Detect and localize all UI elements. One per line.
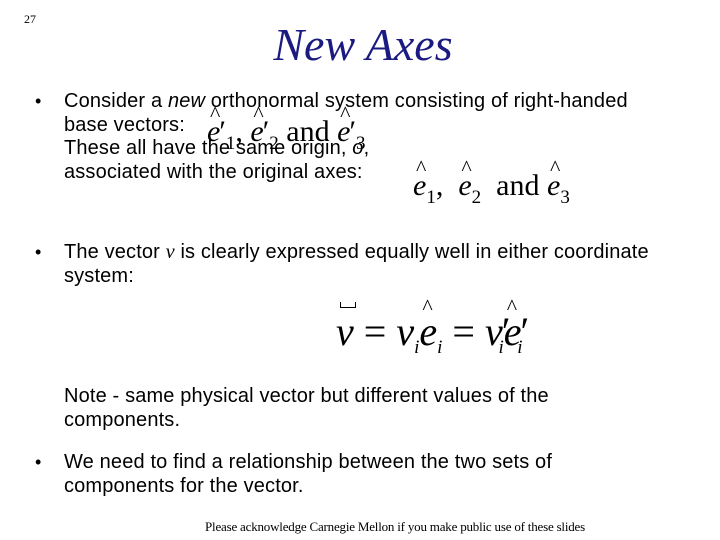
bullet-2-line-1: The vector v is clearly expressed equall…: [64, 241, 649, 263]
bullet-marker: •: [35, 242, 42, 262]
note-text: Note - same physical vector but differen…: [64, 385, 549, 432]
note-line-2: components.: [64, 408, 181, 431]
equals-sign: =: [363, 309, 387, 354]
original-basis-vectors: e1, e2 and e3: [413, 155, 570, 207]
slide-title: New Axes: [273, 19, 453, 70]
e-hat-2: e: [458, 155, 472, 203]
bullet-2-line-2: system:: [64, 264, 134, 287]
bullet-marker: •: [35, 452, 42, 472]
vector-equation: v = viei = v′ie′i: [336, 294, 529, 357]
e-hat-prime-1: e: [207, 101, 221, 149]
vector-accent-icon: [340, 302, 356, 308]
bullet-2-text: The vector v is clearly expressed equall…: [64, 241, 649, 288]
new-basis-vectors: e′1, e′2 and e′3: [207, 101, 366, 153]
vector-v: v: [336, 302, 356, 355]
footer-acknowledgement: Please acknowledge Carnegie Mellon if yo…: [205, 519, 585, 534]
equals-sign: =: [452, 309, 475, 354]
e-hat-3: e: [547, 155, 561, 203]
bullet-3-line-2: components for the vector.: [64, 474, 304, 497]
bullet-3-text: We need to find a relationship between t…: [64, 451, 552, 498]
e-hat-prime-3: e: [337, 101, 351, 149]
e-hat-prime-2: e: [250, 101, 264, 149]
bullet-3-line-1: We need to find a relationship between t…: [64, 451, 553, 473]
e-hat-1: e: [413, 155, 427, 203]
note-line-1: Note - same physical vector but differen…: [64, 385, 549, 407]
bullet-marker: •: [35, 91, 42, 111]
